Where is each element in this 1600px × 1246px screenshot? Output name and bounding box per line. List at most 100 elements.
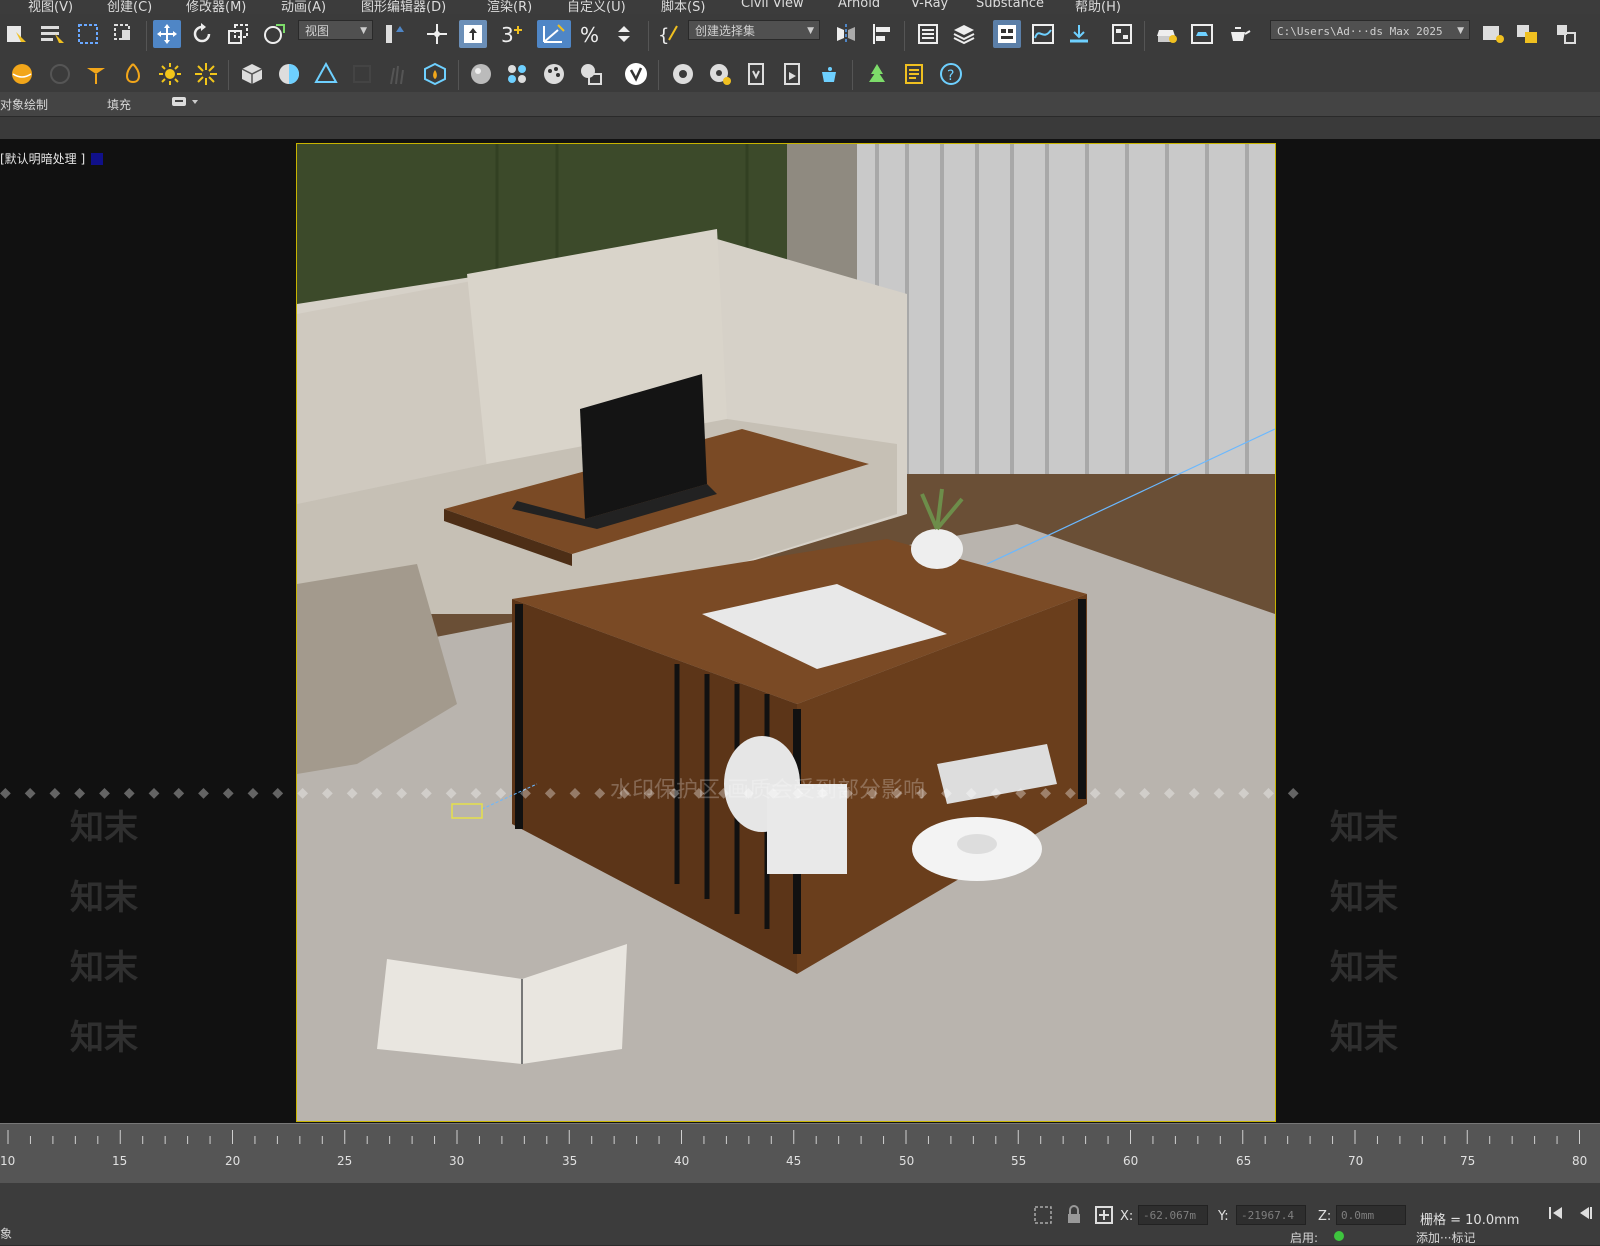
menu-civil-view[interactable]: Civil View xyxy=(741,0,804,11)
move-button[interactable] xyxy=(153,20,181,48)
render-preview[interactable] xyxy=(296,143,1276,1122)
selection-lock-button[interactable] xyxy=(1065,1205,1083,1228)
help-button[interactable]: ? xyxy=(937,60,965,88)
ribbon-options-button[interactable] xyxy=(170,95,200,112)
snaps-toggle-button[interactable]: 3 xyxy=(500,20,528,48)
timeline-track[interactable]: 10 15 20 25 30 35 40 45 50 55 60 65 70 7… xyxy=(0,1123,1600,1184)
curve-editor-button[interactable] xyxy=(1029,20,1057,48)
viewport-label[interactable]: [默认明暗处理 ] xyxy=(0,150,104,167)
percent-snap-button[interactable]: % xyxy=(576,20,604,48)
menu-help[interactable]: 帮助(H) xyxy=(1075,0,1121,14)
render-region-button[interactable] xyxy=(779,60,807,88)
render-production-button[interactable] xyxy=(1225,20,1253,48)
material-library-button[interactable] xyxy=(503,60,531,88)
ambient-light-button[interactable] xyxy=(192,60,220,88)
crosshair-icon xyxy=(427,24,447,44)
watermark-brand: 知末 xyxy=(70,878,138,918)
rotate-button[interactable] xyxy=(188,20,216,48)
align-button[interactable] xyxy=(868,20,896,48)
layers-icon xyxy=(953,25,975,45)
menu-customize[interactable]: 自定义(U) xyxy=(567,0,626,14)
material-sphere-button[interactable] xyxy=(467,60,495,88)
z-coord-field[interactable]: 0.0mm xyxy=(1336,1205,1406,1225)
y-coord-field[interactable]: -21967.4 xyxy=(1236,1205,1306,1225)
proxy-button[interactable] xyxy=(238,60,266,88)
sun-light-button[interactable] xyxy=(156,60,184,88)
sphere-fade-button[interactable] xyxy=(275,60,303,88)
place-button[interactable] xyxy=(260,20,288,48)
folder-button[interactable] xyxy=(1514,20,1542,48)
named-selection-dropdown[interactable]: 创建选择集 ▼ xyxy=(688,20,820,40)
timeline-tick-label: 10 xyxy=(0,1154,16,1168)
vfb-history-button[interactable] xyxy=(743,60,771,88)
menu-substance[interactable]: Substance xyxy=(976,0,1044,11)
project-settings-button[interactable] xyxy=(1480,20,1508,48)
move-icon xyxy=(157,24,177,44)
camera-settings-button[interactable] xyxy=(706,60,734,88)
isolate-selection-button[interactable] xyxy=(1033,1205,1053,1228)
teapot-render-button[interactable] xyxy=(816,60,844,88)
tab-populate[interactable]: 填充 xyxy=(107,96,131,113)
plane-button[interactable] xyxy=(312,60,340,88)
menu-scripting[interactable]: 脚本(S) xyxy=(661,0,705,14)
gray-sphere-icon xyxy=(471,64,491,84)
toolbar-separator xyxy=(228,60,229,90)
menu-vray[interactable]: V-Ray xyxy=(911,0,948,11)
spot-light-button[interactable] xyxy=(82,60,110,88)
rotate-icon xyxy=(193,23,211,43)
absolute-mode-button[interactable] xyxy=(1094,1205,1114,1228)
scale-button[interactable] xyxy=(224,20,252,48)
window-tile-button[interactable] xyxy=(1552,20,1580,48)
x-coord-field[interactable]: -62.067m xyxy=(1138,1205,1208,1225)
edit-named-selection-button[interactable]: { xyxy=(655,20,683,48)
menu-arnold[interactable]: Arnold xyxy=(838,0,880,11)
tab-object-paint[interactable]: 对象绘制 xyxy=(0,96,48,113)
watermark-brand: 知末 xyxy=(1330,808,1398,848)
scene-explorer-button[interactable] xyxy=(914,20,942,48)
camera-aperture-button[interactable] xyxy=(669,60,697,88)
menu-view[interactable]: 视图(V) xyxy=(28,0,73,14)
menu-modifiers[interactable]: 修改器(M) xyxy=(186,0,246,14)
window-crossing-button[interactable] xyxy=(110,20,138,48)
grass-button[interactable] xyxy=(384,60,412,88)
svg-text:?: ? xyxy=(947,68,954,84)
angle-snap-button[interactable] xyxy=(537,20,571,48)
viewport-shading-label[interactable]: [默认明暗处理 ] xyxy=(0,152,85,166)
go-to-start-button[interactable] xyxy=(1546,1203,1566,1226)
pivot-button[interactable] xyxy=(380,20,408,48)
timeline-tick-label: 75 xyxy=(1460,1154,1476,1168)
fur-button[interactable] xyxy=(348,60,376,88)
palette-button[interactable] xyxy=(540,60,568,88)
sphere-light-button[interactable] xyxy=(8,60,36,88)
layer-explorer-button[interactable] xyxy=(950,20,978,48)
notes-button[interactable] xyxy=(900,60,928,88)
select-manipulate-button[interactable] xyxy=(423,20,451,48)
volume-grid-button[interactable] xyxy=(421,60,449,88)
spinner-icon xyxy=(618,26,630,42)
menu-create[interactable]: 创建(C) xyxy=(107,0,152,14)
ies-light-button[interactable] xyxy=(119,60,147,88)
spinner-snap-button[interactable] xyxy=(612,20,640,48)
menu-graph-editors[interactable]: 图形编辑器(D) xyxy=(361,0,446,14)
schematic-view-button[interactable] xyxy=(1108,20,1136,48)
toolbar-separator xyxy=(904,21,905,51)
vray-logo-button[interactable] xyxy=(622,60,650,88)
reference-coord-dropdown[interactable]: 视图 ▼ xyxy=(298,20,373,40)
select-by-name-button[interactable] xyxy=(38,20,66,48)
select-object-button[interactable] xyxy=(2,20,30,48)
rect-selection-button[interactable] xyxy=(74,20,102,48)
dome-light-button[interactable] xyxy=(46,60,74,88)
render-setup-button[interactable] xyxy=(1153,20,1181,48)
project-folder-dropdown[interactable]: C:\Users\Ad···ds Max 2025 ▼ xyxy=(1270,20,1470,40)
add-tag-label[interactable]: 添加···标记 xyxy=(1416,1229,1475,1246)
keyboard-shortcut-button[interactable] xyxy=(459,20,487,48)
material-converter-button[interactable] xyxy=(577,60,605,88)
ribbon-toggle-button[interactable] xyxy=(993,20,1021,48)
rendered-frame-window-button[interactable] xyxy=(1189,20,1217,48)
mirror-button[interactable] xyxy=(832,20,860,48)
previous-frame-button[interactable] xyxy=(1575,1203,1595,1226)
dope-sheet-button[interactable] xyxy=(1065,20,1093,48)
scatter-button[interactable] xyxy=(863,60,891,88)
menu-animation[interactable]: 动画(A) xyxy=(281,0,326,14)
menu-rendering[interactable]: 渲染(R) xyxy=(487,0,532,14)
